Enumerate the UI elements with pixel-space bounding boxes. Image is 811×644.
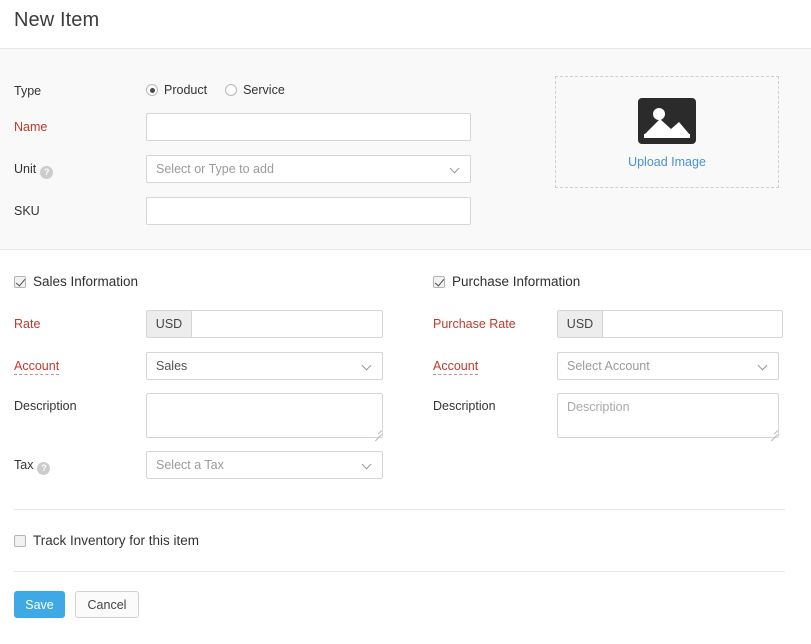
sales-rate-input[interactable] xyxy=(192,310,383,338)
unit-help-icon[interactable]: ? xyxy=(40,166,54,179)
sales-account-label: Account xyxy=(14,359,60,375)
purchase-information-toggle[interactable]: Purchase Information xyxy=(433,274,580,289)
tax-label-text: Tax xyxy=(14,458,34,472)
type-label: Type xyxy=(14,84,42,98)
purchase-account-select[interactable]: Select Account xyxy=(557,352,779,380)
sales-rate-currency: USD xyxy=(146,310,192,338)
type-option-service[interactable]: Service xyxy=(225,83,285,97)
page-header: New Item xyxy=(0,0,811,49)
radio-product-icon[interactable] xyxy=(146,84,158,96)
track-inventory-toggle[interactable]: Track Inventory for this item xyxy=(14,533,199,548)
unit-label-text: Unit xyxy=(14,162,37,176)
tax-select[interactable]: Select a Tax xyxy=(146,451,383,479)
divider-bottom xyxy=(14,571,785,572)
sales-information-checkbox-icon[interactable] xyxy=(14,275,26,288)
new-item-page: New Item Type Product Service Name Unit?… xyxy=(0,0,811,644)
chevron-down-icon xyxy=(363,460,373,470)
sales-account-value: Sales xyxy=(156,359,188,373)
purchase-account-value: Select Account xyxy=(567,359,650,373)
sales-rate-label: Rate xyxy=(14,317,41,331)
sales-description-textarea[interactable] xyxy=(146,393,383,438)
page-title: New Item xyxy=(14,9,100,31)
sales-information-toggle[interactable]: Sales Information xyxy=(14,274,138,289)
purchase-information-checkbox-icon[interactable] xyxy=(433,275,445,288)
sales-rate-field[interactable]: USD xyxy=(146,310,383,338)
radio-service-icon[interactable] xyxy=(225,84,238,96)
sales-description-label: Description xyxy=(14,399,77,413)
chevron-down-icon xyxy=(451,164,461,174)
purchase-rate-currency: USD xyxy=(557,310,603,338)
purchase-account-label: Account xyxy=(433,359,479,375)
name-input[interactable] xyxy=(146,113,471,141)
sku-input[interactable] xyxy=(146,197,471,225)
type-option-product-label: Product xyxy=(164,83,208,97)
purchase-description-label: Description xyxy=(433,399,496,413)
chevron-down-icon xyxy=(363,361,373,371)
purchase-description-textarea[interactable] xyxy=(557,393,779,438)
purchase-rate-input[interactable] xyxy=(603,310,783,338)
unit-select[interactable]: Select or Type to add xyxy=(146,155,471,183)
cancel-button[interactable]: Cancel xyxy=(75,591,139,618)
type-option-product[interactable]: Product xyxy=(146,83,207,97)
purchase-rate-field[interactable]: USD xyxy=(557,310,783,338)
type-option-service-label: Service xyxy=(243,83,285,97)
purchase-information-label: Purchase Information xyxy=(452,274,581,289)
sales-account-select[interactable]: Sales xyxy=(146,352,383,380)
unit-label: Unit? xyxy=(14,162,54,179)
type-radio-group[interactable]: Product Service xyxy=(146,83,303,97)
upload-image-dropzone[interactable]: Upload Image xyxy=(555,76,779,188)
name-label: Name xyxy=(14,120,48,134)
purchase-rate-label: Purchase Rate xyxy=(433,317,516,331)
unit-select-value: Select or Type to add xyxy=(156,162,274,176)
sku-label: SKU xyxy=(14,204,40,218)
upload-image-link[interactable]: Upload Image xyxy=(628,155,706,169)
save-button[interactable]: Save xyxy=(14,591,65,618)
track-inventory-label: Track Inventory for this item xyxy=(33,533,200,548)
tax-label: Tax? xyxy=(14,458,51,475)
tax-help-icon[interactable]: ? xyxy=(37,462,51,475)
track-inventory-checkbox-icon[interactable] xyxy=(14,534,26,547)
tax-select-value: Select a Tax xyxy=(156,458,224,472)
divider-top xyxy=(14,509,785,510)
sales-information-label: Sales Information xyxy=(33,274,139,289)
chevron-down-icon xyxy=(759,361,769,371)
image-icon xyxy=(638,97,696,144)
